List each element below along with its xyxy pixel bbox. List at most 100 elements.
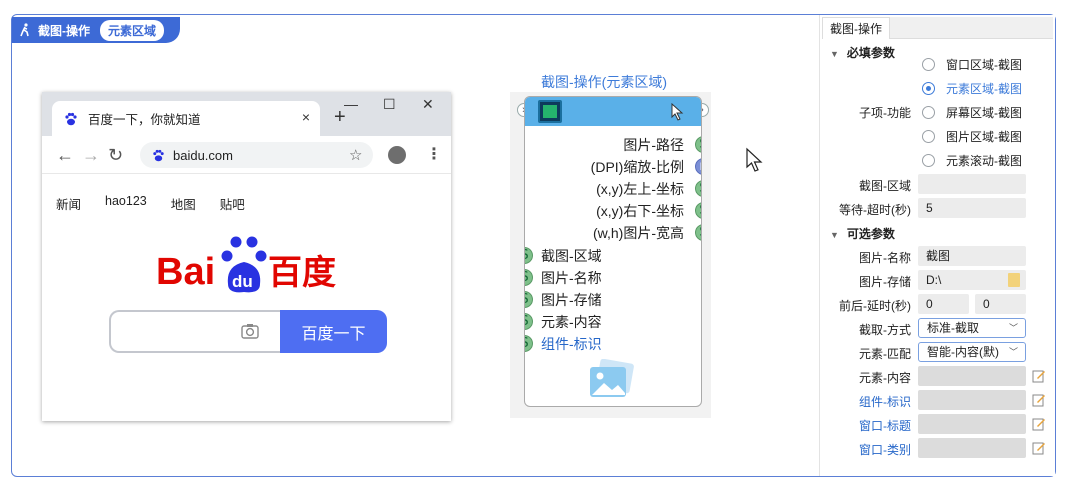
string-port-icon[interactable]: S	[525, 269, 533, 286]
number-port-icon[interactable]: n	[695, 158, 701, 175]
svg-text:Bai: Bai	[156, 251, 215, 293]
input-image-store: 图片-存储	[541, 292, 602, 308]
timeout-field[interactable]: 5	[918, 198, 1026, 218]
minimize-button[interactable]: —	[344, 96, 358, 112]
back-arrow-icon[interactable]: ←	[56, 145, 74, 166]
nav-link-hao123[interactable]: hao123	[105, 194, 147, 213]
input-image-name: 图片-名称	[541, 270, 602, 286]
maximize-button[interactable]: ☐	[383, 96, 396, 113]
radio-dot-icon	[922, 58, 935, 71]
delay-before-field[interactable]: 0	[918, 294, 969, 314]
element-content-field[interactable]	[918, 366, 1026, 386]
nav-link-tieba[interactable]: 贴吧	[220, 194, 245, 213]
tab-close-icon[interactable]: ×	[302, 109, 310, 125]
string-port-icon[interactable]: S	[525, 335, 533, 352]
string-port-icon[interactable]: S	[695, 202, 701, 219]
output-top-left: (x,y)左上-坐标	[596, 181, 684, 197]
radio-window-area[interactable]: 窗口区域-截图	[922, 56, 1022, 73]
browser-window: 百度一下，你就知道 × + — ☐ ✕ ← → ↻ baidu.com ☆ ⋮ …	[42, 92, 451, 421]
node-header	[525, 97, 701, 126]
tab-strip	[890, 17, 1053, 39]
address-bar[interactable]: baidu.com	[140, 142, 373, 168]
mouse-cursor-icon	[746, 147, 763, 172]
window-close-button[interactable]: ✕	[422, 96, 434, 113]
image-name-label: 图片-名称	[859, 251, 911, 265]
baidu-logo: Bai du 百度	[156, 236, 336, 293]
chevron-down-icon: ﹀	[1008, 323, 1018, 333]
image-store-field[interactable]: D:\	[918, 270, 1026, 290]
delay-after-field[interactable]: 0	[975, 294, 1026, 314]
bookmark-star-icon[interactable]: ☆	[349, 146, 362, 164]
window-title-label: 窗口-标题	[859, 419, 911, 433]
browser-menu-icon[interactable]: ⋮	[426, 144, 442, 164]
window-class-field[interactable]	[918, 438, 1026, 458]
reload-icon[interactable]: ↻	[108, 145, 123, 166]
radio-screen-area[interactable]: 屏幕区域-截图	[922, 104, 1022, 121]
baidu-paw-icon	[65, 112, 77, 125]
browser-tab[interactable]: 百度一下，你就知道 ×	[52, 101, 320, 136]
action-title: 截图-操作	[38, 23, 90, 38]
element-content-label: 元素-内容	[859, 371, 911, 385]
browser-tabstrip: 百度一下，你就知道 × + — ☐ ✕	[42, 92, 451, 136]
edit-icon[interactable]	[1032, 393, 1046, 407]
nav-link-map[interactable]: 地图	[171, 194, 196, 213]
collapse-triangle-icon: ▼	[830, 230, 839, 240]
image-name-field[interactable]: 截图	[918, 246, 1026, 266]
baidu-search-button[interactable]: 百度一下	[280, 310, 387, 353]
timeout-label: 等待-超时(秒)	[839, 203, 911, 217]
folder-icon[interactable]	[1008, 273, 1020, 287]
radio-element-scroll[interactable]: 元素滚动-截图	[922, 152, 1022, 169]
image-icon	[590, 359, 634, 397]
capture-area-label: 截图-区域	[859, 179, 911, 193]
capture-mode-select[interactable]: 标准-截取 ﹀	[918, 318, 1026, 338]
window-class-label: 窗口-类别	[859, 443, 911, 457]
screenshot-node[interactable]: 图片-路径 S (DPI)缩放-比例 n (x,y)左上-坐标 S (x,y)右…	[524, 96, 702, 407]
chevron-down-icon: ﹀	[1008, 347, 1018, 357]
baidu-nav-links: 新闻 hao123 地图 贴吧	[56, 194, 245, 213]
window-title-field[interactable]	[918, 414, 1026, 434]
component-id-label: 组件-标识	[859, 395, 911, 409]
string-port-icon[interactable]: S	[525, 313, 533, 330]
component-id-field[interactable]	[918, 390, 1026, 410]
browser-toolbar: ← → ↻ baidu.com ☆ ⋮	[42, 136, 451, 174]
string-port-icon[interactable]: S	[695, 180, 701, 197]
address-url: baidu.com	[173, 147, 233, 163]
input-component-id: 组件-标识	[541, 336, 602, 352]
output-dpi-scale: (DPI)缩放-比例	[590, 159, 684, 175]
string-port-icon[interactable]: S	[525, 291, 533, 308]
walk-icon	[20, 23, 29, 37]
tab-screenshot-action[interactable]: 截图-操作	[822, 17, 890, 39]
edit-icon[interactable]	[1032, 369, 1046, 383]
nav-link-news[interactable]: 新闻	[56, 194, 81, 213]
optional-section[interactable]: ▼ 可选参数	[830, 225, 895, 242]
browser-tab-title: 百度一下，你就知道	[88, 113, 201, 127]
capture-mode-label: 截取-方式	[859, 323, 911, 337]
radio-dot-icon	[922, 130, 935, 143]
delay-label: 前后-延时(秒)	[839, 299, 911, 313]
string-port-icon[interactable]: S	[525, 247, 533, 264]
match-select[interactable]: 智能-内容(默) ﹀	[918, 342, 1026, 362]
radio-image-area[interactable]: 图片区域-截图	[922, 128, 1022, 145]
radio-dot-icon	[922, 106, 935, 119]
radio-element-area[interactable]: 元素区域-截图	[922, 80, 1022, 97]
string-port-icon[interactable]: S	[695, 136, 701, 153]
edit-icon[interactable]	[1032, 417, 1046, 431]
string-port-icon[interactable]: S	[695, 224, 701, 241]
match-label: 元素-匹配	[859, 347, 911, 361]
site-paw-icon	[153, 149, 164, 161]
camera-icon[interactable]	[240, 321, 260, 341]
action-mode-pill[interactable]: 元素区域	[100, 19, 165, 41]
action-tag[interactable]: 截图-操作 元素区域	[12, 17, 180, 43]
image-store-label: 图片-存储	[859, 275, 911, 289]
collapse-triangle-icon: ▼	[830, 49, 839, 59]
radio-dot-icon	[922, 154, 935, 167]
subfunc-label: 子项-功能	[859, 106, 911, 120]
forward-arrow-icon[interactable]: →	[82, 145, 100, 166]
required-section[interactable]: ▼ 必填参数	[830, 44, 895, 61]
profile-avatar-icon[interactable]	[388, 146, 406, 164]
properties-panel: 截图-操作 ▼ 必填参数 窗口区域-截图 元素区域-截图 子项-功能 屏幕区域-截…	[819, 15, 1055, 476]
capture-area-field[interactable]	[918, 174, 1026, 194]
input-element-content: 元素-内容	[541, 314, 602, 330]
output-bottom-right: (x,y)右下-坐标	[596, 203, 684, 219]
edit-icon[interactable]	[1032, 441, 1046, 455]
